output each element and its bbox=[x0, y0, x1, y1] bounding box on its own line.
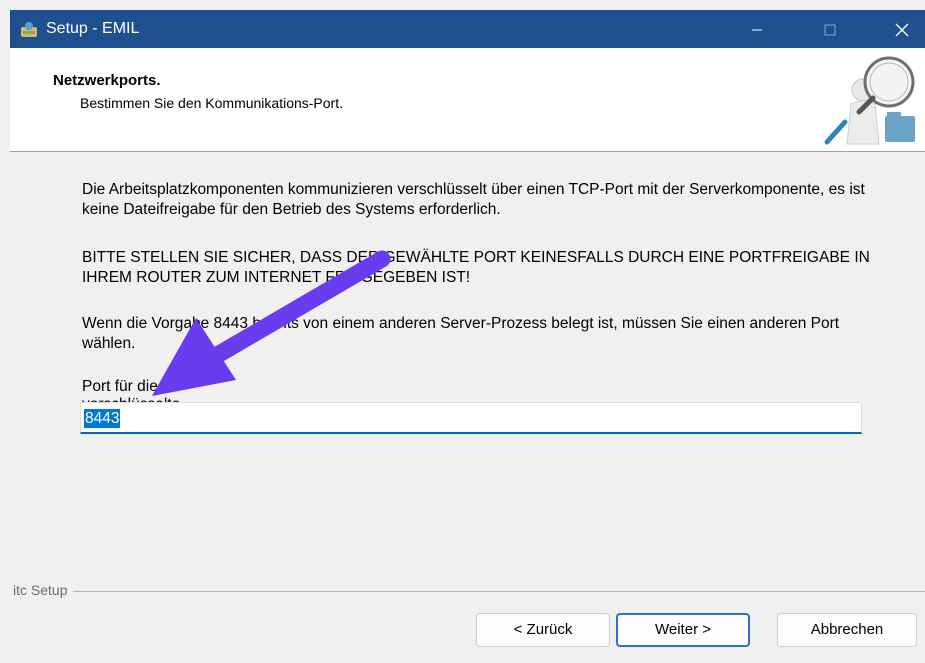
minimize-icon bbox=[752, 29, 762, 31]
wizard-header: Netzwerkports. Bestimmen Sie den Kommuni… bbox=[10, 48, 925, 152]
next-button[interactable]: Weiter > bbox=[616, 613, 750, 647]
port-hint-paragraph: Wenn die Vorgabe 8443 bereits von einem … bbox=[82, 315, 840, 352]
footer-group-label: itc Setup bbox=[13, 582, 74, 598]
back-button[interactable]: < Zurück bbox=[476, 613, 610, 647]
title-bar: Setup - EMIL bbox=[10, 10, 925, 48]
port-input-value: 8443 bbox=[84, 409, 121, 428]
magnifier-figure-icon bbox=[824, 56, 915, 145]
close-icon bbox=[895, 23, 909, 37]
maximize-button[interactable] bbox=[807, 10, 853, 48]
minimize-button[interactable] bbox=[734, 10, 780, 48]
warning-paragraph: BITTE STELLEN SIE SICHER, DASS DER GEWÄH… bbox=[82, 249, 870, 286]
info-paragraph: Die Arbeitsplatzkomponenten kommuniziere… bbox=[82, 181, 865, 218]
page-title: Netzwerkports. bbox=[53, 72, 161, 89]
page-subtitle: Bestimmen Sie den Kommunikations-Port. bbox=[80, 95, 343, 111]
setup-app-icon bbox=[21, 22, 37, 37]
maximize-icon bbox=[824, 24, 836, 36]
port-input[interactable]: 8443 bbox=[80, 402, 862, 434]
cancel-button[interactable]: Abbrechen bbox=[777, 613, 917, 647]
window-title: Setup - EMIL bbox=[46, 20, 140, 37]
footer-divider bbox=[13, 591, 925, 592]
close-button[interactable] bbox=[879, 10, 925, 48]
